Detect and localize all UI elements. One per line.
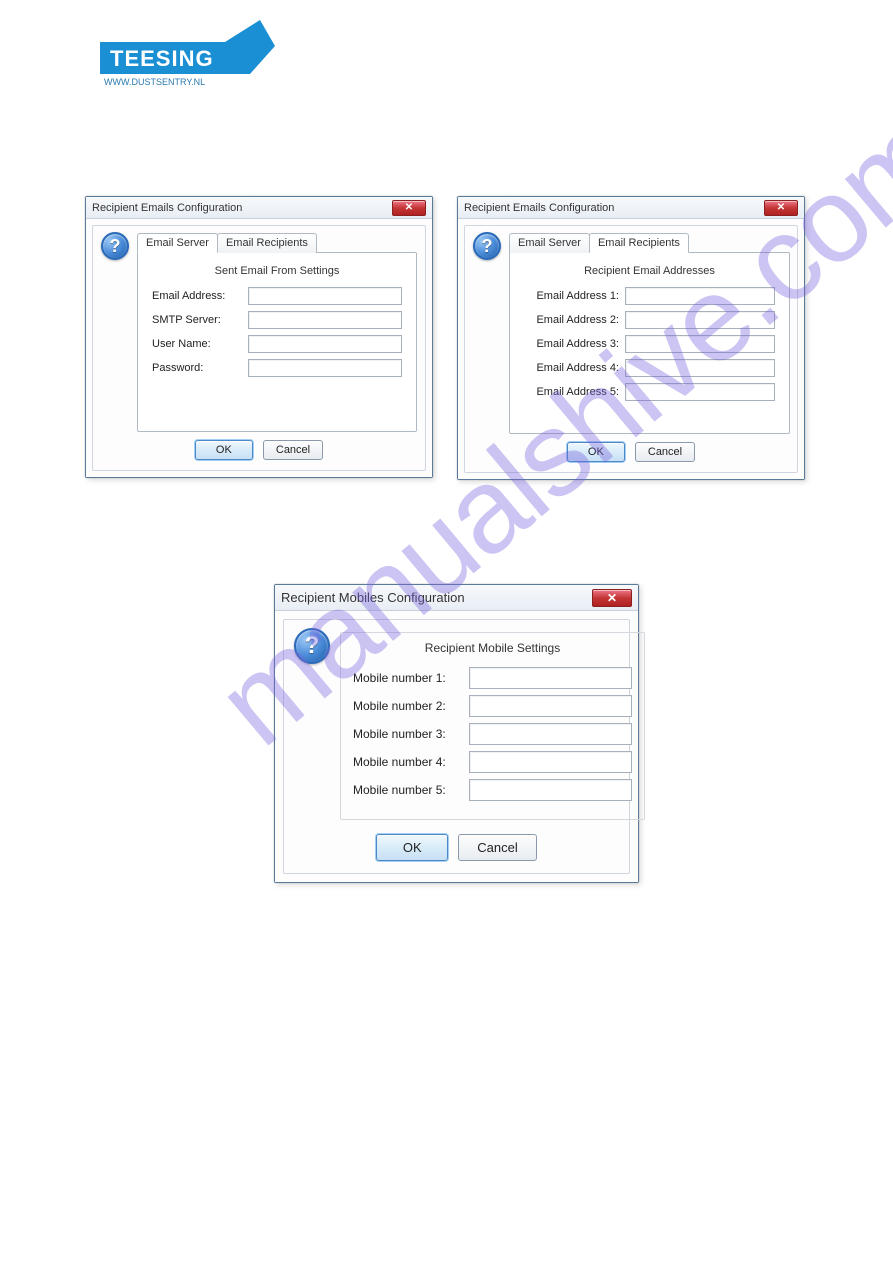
email-2-label: Email Address 2:: [524, 314, 619, 326]
ok-button[interactable]: OK: [195, 440, 253, 460]
close-icon: ✕: [405, 203, 413, 213]
tab-email-recipients[interactable]: Email Recipients: [589, 233, 689, 253]
email-4-label: Email Address 4:: [524, 362, 619, 374]
logo-url: WWW.DUSTSENTRY.NL: [104, 77, 275, 87]
password-label: Password:: [152, 362, 242, 374]
email-config-dialog-recipients: Recipient Emails Configuration ✕ ? Email…: [457, 196, 805, 480]
window-title: Recipient Emails Configuration: [92, 202, 242, 214]
tab-strip: Email Server Email Recipients: [137, 233, 417, 253]
tab-strip: Email Server Email Recipients: [509, 233, 790, 253]
mobile-1-input[interactable]: [469, 667, 632, 689]
mobile-5-input[interactable]: [469, 779, 632, 801]
close-button[interactable]: ✕: [592, 589, 632, 607]
email-address-label: Email Address:: [152, 290, 242, 302]
email-3-input[interactable]: [625, 335, 775, 353]
cancel-button[interactable]: Cancel: [263, 440, 323, 460]
section-title: Sent Email From Settings: [152, 265, 402, 277]
mobile-1-label: Mobile number 1:: [353, 671, 463, 685]
titlebar: Recipient Mobiles Configuration ✕: [275, 585, 638, 611]
close-icon: ✕: [777, 203, 785, 213]
titlebar: Recipient Emails Configuration ✕: [86, 197, 432, 219]
section-title: Recipient Mobile Settings: [353, 641, 632, 655]
mobile-2-input[interactable]: [469, 695, 632, 717]
mobile-4-input[interactable]: [469, 751, 632, 773]
email-address-input[interactable]: [248, 287, 402, 305]
email-3-label: Email Address 3:: [524, 338, 619, 350]
mobile-3-input[interactable]: [469, 723, 632, 745]
help-icon: ?: [473, 232, 501, 260]
titlebar: Recipient Emails Configuration ✕: [458, 197, 804, 219]
smtp-server-input[interactable]: [248, 311, 402, 329]
tab-email-recipients[interactable]: Email Recipients: [217, 233, 317, 253]
tab-email-server[interactable]: Email Server: [137, 233, 218, 253]
cancel-button[interactable]: Cancel: [458, 834, 536, 861]
email-5-label: Email Address 5:: [524, 386, 619, 398]
section-title: Recipient Email Addresses: [524, 265, 775, 277]
user-name-label: User Name:: [152, 338, 242, 350]
user-name-input[interactable]: [248, 335, 402, 353]
mobile-5-label: Mobile number 5:: [353, 783, 463, 797]
email-2-input[interactable]: [625, 311, 775, 329]
logo-text: TEESING: [110, 46, 214, 72]
ok-button[interactable]: OK: [567, 442, 625, 462]
email-config-dialog-server: Recipient Emails Configuration ✕ ? Email…: [85, 196, 433, 478]
mobile-config-dialog: Recipient Mobiles Configuration ✕ ? Reci…: [274, 584, 639, 883]
mobile-3-label: Mobile number 3:: [353, 727, 463, 741]
email-1-input[interactable]: [625, 287, 775, 305]
email-1-label: Email Address 1:: [524, 290, 619, 302]
mobile-2-label: Mobile number 2:: [353, 699, 463, 713]
password-input[interactable]: [248, 359, 402, 377]
help-icon: ?: [294, 628, 330, 664]
email-5-input[interactable]: [625, 383, 775, 401]
cancel-button[interactable]: Cancel: [635, 442, 695, 462]
brand-logo: TEESING WWW.DUSTSENTRY.NL: [100, 18, 275, 87]
window-title: Recipient Emails Configuration: [464, 202, 614, 214]
mobile-4-label: Mobile number 4:: [353, 755, 463, 769]
close-button[interactable]: ✕: [764, 200, 798, 216]
ok-button[interactable]: OK: [376, 834, 448, 861]
help-icon: ?: [101, 232, 129, 260]
window-title: Recipient Mobiles Configuration: [281, 590, 465, 605]
smtp-server-label: SMTP Server:: [152, 314, 242, 326]
close-icon: ✕: [607, 592, 617, 604]
close-button[interactable]: ✕: [392, 200, 426, 216]
tab-email-server[interactable]: Email Server: [509, 233, 590, 253]
email-4-input[interactable]: [625, 359, 775, 377]
